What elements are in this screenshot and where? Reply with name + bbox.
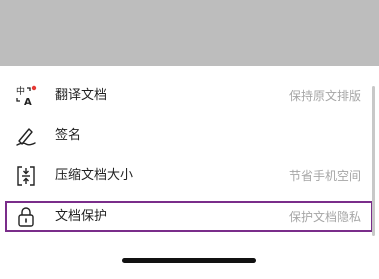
lock-icon: [14, 205, 38, 229]
translate-icon: 中 A: [14, 84, 38, 108]
menu-item-hint: 保护文档隐私: [288, 210, 361, 224]
menu-item-translate[interactable]: 中 A 翻译文档 保持原文排版: [0, 76, 379, 116]
svg-text:中: 中: [16, 85, 25, 97]
menu-item-label: 签名: [55, 128, 82, 143]
svg-text:A: A: [24, 97, 32, 108]
scrollbar[interactable]: [372, 86, 375, 236]
bottom-sheet: 中 A 翻译文档 保持原文排版 签名 压缩文档大小 节省手机空间 文档保护 保护…: [0, 66, 379, 279]
menu-item-label: 压缩文档大小: [55, 168, 134, 183]
signature-pen-icon: [14, 124, 38, 148]
dimmed-background-overlay[interactable]: [0, 0, 379, 66]
menu-item-compress[interactable]: 压缩文档大小 节省手机空间: [0, 156, 379, 196]
compress-icon: [14, 164, 38, 188]
menu-item-hint: 节省手机空间: [288, 169, 361, 183]
menu-item-label: 翻译文档: [55, 88, 108, 103]
menu-item-protect[interactable]: 文档保护 保护文档隐私: [0, 197, 379, 237]
menu-item-hint: 保持原文排版: [288, 89, 361, 103]
home-indicator[interactable]: [122, 258, 256, 263]
menu-item-label: 文档保护: [55, 209, 108, 224]
menu-item-sign[interactable]: 签名: [0, 116, 379, 156]
